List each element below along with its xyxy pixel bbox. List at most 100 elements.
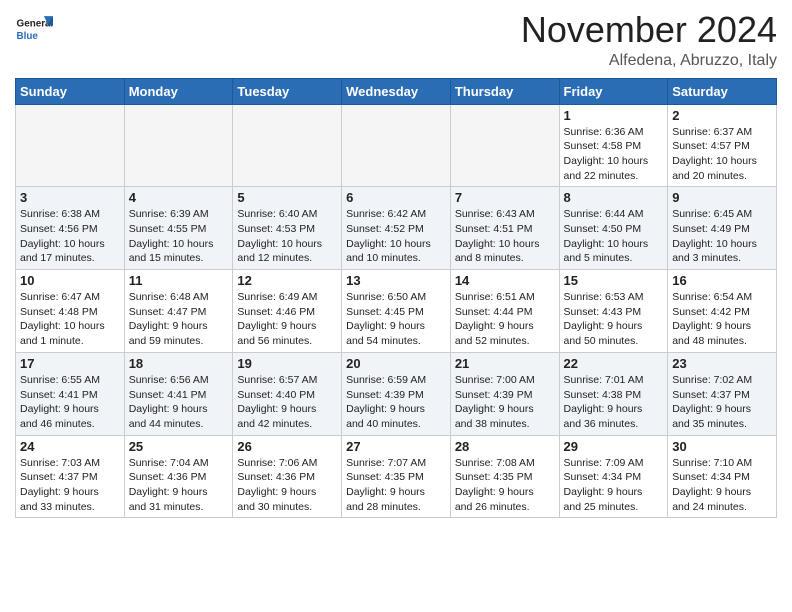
day-cell-4: 4 Sunrise: 6:39 AM Sunset: 4:55 PM Daylig… [124,187,233,270]
day-cell-3: 3Sunrise: 6:38 AM Sunset: 4:56 PM Daylig… [16,187,125,270]
day-cell-29: 29 Sunrise: 7:09 AM Sunset: 4:34 PM Dayli… [559,435,668,518]
day-cell-11: 11 Sunrise: 6:48 AM Sunset: 4:47 PM Dayli… [124,270,233,353]
day-cell-21: 21 Sunrise: 7:00 AM Sunset: 4:39 PM Dayli… [450,352,559,435]
weekday-header-row: SundayMondayTuesdayWednesdayThursdayFrid… [16,78,777,104]
day-cell-17: 17 Sunrise: 6:55 AM Sunset: 4:41 PM Dayli… [16,352,125,435]
day-info-5: Sunrise: 6:40 AM Sunset: 4:53 PM Dayligh… [237,207,337,266]
calendar-table: SundayMondayTuesdayWednesdayThursdayFrid… [15,78,777,519]
day-number-14: 14 [455,273,555,288]
day-number-13: 13 [346,273,446,288]
day-number-8: 8 [564,190,664,205]
day-number-6: 6 [346,190,446,205]
day-cell-23: 23 Sunrise: 7:02 AM Sunset: 4:37 PM Dayli… [668,352,777,435]
day-number-7: 7 [455,190,555,205]
day-number-20: 20 [346,356,446,371]
day-cell-30: 30 Sunrise: 7:10 AM Sunset: 4:34 PM Dayli… [668,435,777,518]
weekday-header-tuesday: Tuesday [233,78,342,104]
weekday-header-friday: Friday [559,78,668,104]
location: Alfedena, Abruzzo, Italy [521,52,777,70]
day-number-25: 25 [129,439,229,454]
empty-cell [16,104,125,187]
logo: General Blue [15,10,53,48]
day-cell-19: 19 Sunrise: 6:57 AM Sunset: 4:40 PM Dayli… [233,352,342,435]
day-number-16: 16 [672,273,772,288]
day-info-20: Sunrise: 6:59 AM Sunset: 4:39 PM Dayligh… [346,373,446,432]
day-info-8: Sunrise: 6:44 AM Sunset: 4:50 PM Dayligh… [564,207,664,266]
day-cell-9: 9Sunrise: 6:45 AM Sunset: 4:49 PM Daylig… [668,187,777,270]
day-cell-7: 7 Sunrise: 6:43 AM Sunset: 4:51 PM Daylig… [450,187,559,270]
weekday-header-monday: Monday [124,78,233,104]
day-number-2: 2 [672,108,772,123]
day-number-17: 17 [20,356,120,371]
weekday-header-thursday: Thursday [450,78,559,104]
day-info-28: Sunrise: 7:08 AM Sunset: 4:35 PM Dayligh… [455,456,555,515]
day-info-19: Sunrise: 6:57 AM Sunset: 4:40 PM Dayligh… [237,373,337,432]
weekday-header-sunday: Sunday [16,78,125,104]
day-cell-2: 2 Sunrise: 6:37 AM Sunset: 4:57 PM Daylig… [668,104,777,187]
day-info-4: Sunrise: 6:39 AM Sunset: 4:55 PM Dayligh… [129,207,229,266]
day-number-22: 22 [564,356,664,371]
day-cell-16: 16Sunrise: 6:54 AM Sunset: 4:42 PM Dayli… [668,270,777,353]
day-number-3: 3 [20,190,120,205]
week-row-2: 3Sunrise: 6:38 AM Sunset: 4:56 PM Daylig… [16,187,777,270]
header: General Blue November 2024 Alfedena, Abr… [15,10,777,70]
day-info-12: Sunrise: 6:49 AM Sunset: 4:46 PM Dayligh… [237,290,337,349]
generalblue-logo-icon: General Blue [15,10,53,48]
day-number-28: 28 [455,439,555,454]
day-number-30: 30 [672,439,772,454]
title-block: November 2024 Alfedena, Abruzzo, Italy [521,10,777,70]
day-number-10: 10 [20,273,120,288]
day-info-2: Sunrise: 6:37 AM Sunset: 4:57 PM Dayligh… [672,125,772,184]
day-cell-10: 10 Sunrise: 6:47 AM Sunset: 4:48 PM Dayli… [16,270,125,353]
day-number-4: 4 [129,190,229,205]
day-cell-28: 28 Sunrise: 7:08 AM Sunset: 4:35 PM Dayli… [450,435,559,518]
day-cell-1: 1Sunrise: 6:36 AM Sunset: 4:58 PM Daylig… [559,104,668,187]
empty-cell [233,104,342,187]
day-number-1: 1 [564,108,664,123]
day-cell-6: 6Sunrise: 6:42 AM Sunset: 4:52 PM Daylig… [342,187,451,270]
day-info-14: Sunrise: 6:51 AM Sunset: 4:44 PM Dayligh… [455,290,555,349]
day-number-19: 19 [237,356,337,371]
day-info-24: Sunrise: 7:03 AM Sunset: 4:37 PM Dayligh… [20,456,120,515]
day-number-11: 11 [129,273,229,288]
week-row-4: 17 Sunrise: 6:55 AM Sunset: 4:41 PM Dayli… [16,352,777,435]
day-cell-27: 27Sunrise: 7:07 AM Sunset: 4:35 PM Dayli… [342,435,451,518]
day-number-29: 29 [564,439,664,454]
day-info-23: Sunrise: 7:02 AM Sunset: 4:37 PM Dayligh… [672,373,772,432]
day-number-18: 18 [129,356,229,371]
day-number-12: 12 [237,273,337,288]
weekday-header-wednesday: Wednesday [342,78,451,104]
week-row-3: 10 Sunrise: 6:47 AM Sunset: 4:48 PM Dayli… [16,270,777,353]
svg-text:Blue: Blue [17,31,39,42]
month-title: November 2024 [521,10,777,50]
day-cell-22: 22 Sunrise: 7:01 AM Sunset: 4:38 PM Dayli… [559,352,668,435]
day-cell-24: 24 Sunrise: 7:03 AM Sunset: 4:37 PM Dayli… [16,435,125,518]
day-info-26: Sunrise: 7:06 AM Sunset: 4:36 PM Dayligh… [237,456,337,515]
day-info-21: Sunrise: 7:00 AM Sunset: 4:39 PM Dayligh… [455,373,555,432]
empty-cell [450,104,559,187]
day-info-29: Sunrise: 7:09 AM Sunset: 4:34 PM Dayligh… [564,456,664,515]
day-info-7: Sunrise: 6:43 AM Sunset: 4:51 PM Dayligh… [455,207,555,266]
day-info-22: Sunrise: 7:01 AM Sunset: 4:38 PM Dayligh… [564,373,664,432]
week-row-1: 1Sunrise: 6:36 AM Sunset: 4:58 PM Daylig… [16,104,777,187]
day-info-30: Sunrise: 7:10 AM Sunset: 4:34 PM Dayligh… [672,456,772,515]
empty-cell [342,104,451,187]
day-number-24: 24 [20,439,120,454]
day-cell-14: 14 Sunrise: 6:51 AM Sunset: 4:44 PM Dayli… [450,270,559,353]
day-number-23: 23 [672,356,772,371]
day-cell-25: 25Sunrise: 7:04 AM Sunset: 4:36 PM Dayli… [124,435,233,518]
empty-cell [124,104,233,187]
day-info-13: Sunrise: 6:50 AM Sunset: 4:45 PM Dayligh… [346,290,446,349]
day-info-10: Sunrise: 6:47 AM Sunset: 4:48 PM Dayligh… [20,290,120,349]
day-info-9: Sunrise: 6:45 AM Sunset: 4:49 PM Dayligh… [672,207,772,266]
page: General Blue November 2024 Alfedena, Abr… [0,0,792,528]
day-number-15: 15 [564,273,664,288]
day-number-21: 21 [455,356,555,371]
day-number-27: 27 [346,439,446,454]
day-info-15: Sunrise: 6:53 AM Sunset: 4:43 PM Dayligh… [564,290,664,349]
day-info-17: Sunrise: 6:55 AM Sunset: 4:41 PM Dayligh… [20,373,120,432]
day-cell-5: 5Sunrise: 6:40 AM Sunset: 4:53 PM Daylig… [233,187,342,270]
day-info-11: Sunrise: 6:48 AM Sunset: 4:47 PM Dayligh… [129,290,229,349]
day-cell-26: 26Sunrise: 7:06 AM Sunset: 4:36 PM Dayli… [233,435,342,518]
day-cell-15: 15 Sunrise: 6:53 AM Sunset: 4:43 PM Dayli… [559,270,668,353]
